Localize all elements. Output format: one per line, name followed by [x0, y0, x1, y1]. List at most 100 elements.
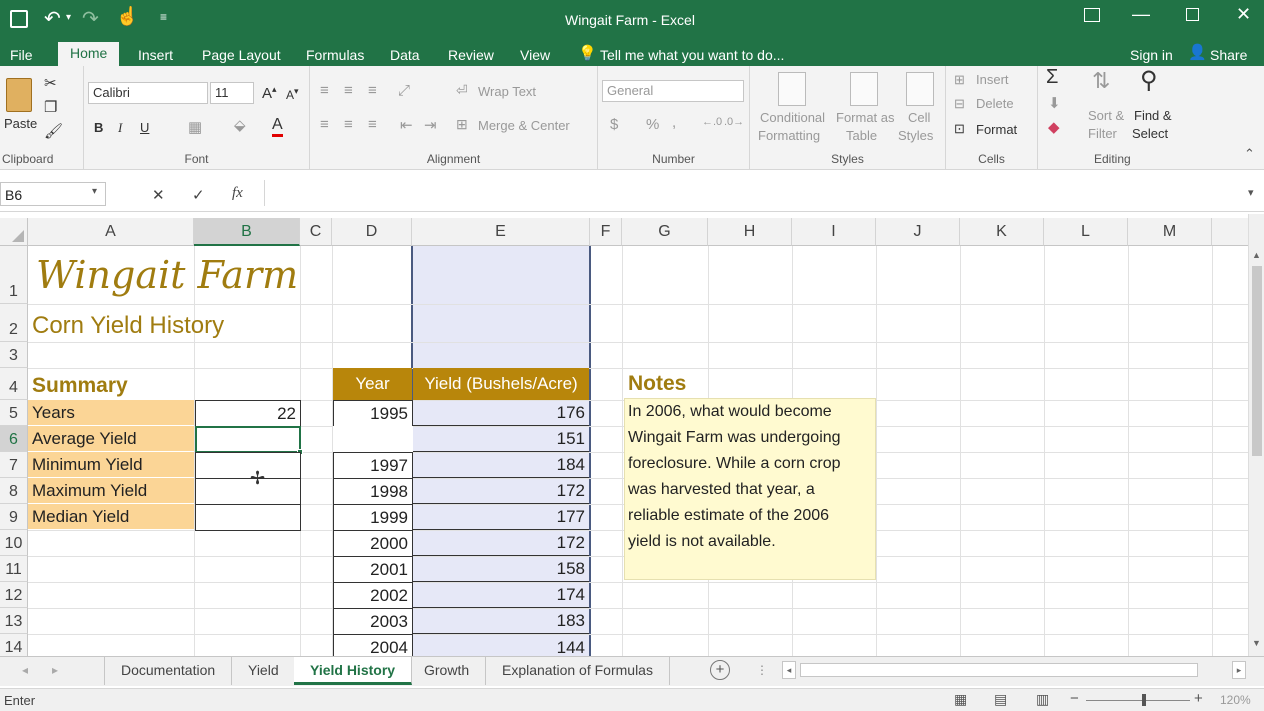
tab-split-handle[interactable]: ⋮: [756, 663, 768, 677]
ribbon-display-options-icon[interactable]: [1084, 8, 1100, 22]
table-year[interactable]: 2004: [333, 634, 413, 656]
column-header-n[interactable]: [1212, 218, 1252, 246]
table-year[interactable]: 2002: [333, 582, 413, 609]
font-name-select[interactable]: Calibri: [88, 82, 208, 104]
orientation-icon[interactable]: ⤢: [398, 82, 410, 99]
increase-indent-icon[interactable]: ⇥: [424, 116, 437, 134]
row-header-5[interactable]: 5: [0, 400, 28, 426]
tab-review[interactable]: Review: [440, 44, 502, 66]
tell-me-search[interactable]: Tell me what you want to do...: [592, 44, 792, 66]
close-icon[interactable]: ✕: [1236, 4, 1251, 25]
row-header-12[interactable]: 12: [0, 582, 28, 608]
tab-data[interactable]: Data: [382, 44, 428, 66]
zoom-level[interactable]: 120%: [1220, 693, 1251, 707]
comma-button[interactable]: ,: [672, 114, 676, 131]
insert-function-button[interactable]: fx: [232, 185, 243, 202]
cell-styles-label-2[interactable]: Styles: [898, 128, 933, 143]
scroll-sheets-right-icon[interactable]: ▸: [52, 663, 58, 677]
align-right-icon[interactable]: ≡: [368, 116, 377, 133]
sheet-title[interactable]: Wingait Farm: [32, 246, 410, 304]
table-yield[interactable]: 144: [413, 634, 589, 656]
row-header-9[interactable]: 9: [0, 504, 28, 530]
format-cells-button[interactable]: Format: [976, 122, 1017, 137]
column-header-c[interactable]: C: [300, 218, 332, 246]
tab-page-layout[interactable]: Page Layout: [194, 44, 289, 66]
collapse-ribbon-icon[interactable]: ⌃: [1244, 146, 1255, 162]
table-header-yield[interactable]: Yield (Bushels/Acre): [413, 368, 589, 400]
paste-icon[interactable]: [6, 78, 32, 112]
row-header-2[interactable]: 2: [0, 304, 28, 342]
paste-button[interactable]: Paste: [4, 116, 37, 131]
column-header-g[interactable]: G: [622, 218, 708, 246]
column-header-k[interactable]: K: [960, 218, 1044, 246]
table-year[interactable]: [333, 426, 413, 452]
decrease-indent-icon[interactable]: ⇤: [400, 116, 413, 134]
format-as-table-label-1[interactable]: Format as: [836, 110, 895, 125]
borders-icon[interactable]: ▦: [188, 118, 202, 136]
font-size-select[interactable]: 11: [210, 82, 254, 104]
table-yield[interactable]: 172: [413, 530, 589, 556]
notes-text-box[interactable]: In 2006, what would become Wingait Farm …: [624, 398, 876, 580]
font-color-icon[interactable]: A: [272, 116, 283, 137]
conditional-formatting-label-2[interactable]: Formatting: [758, 128, 820, 143]
customize-qat-icon[interactable]: ≡: [160, 10, 167, 24]
find-select-label-1[interactable]: Find &: [1134, 108, 1172, 123]
redo-icon[interactable]: ↷: [82, 6, 99, 31]
align-top-icon[interactable]: ≡: [320, 82, 329, 99]
name-box[interactable]: B6: [0, 182, 106, 206]
fill-icon[interactable]: ⬇: [1048, 94, 1061, 112]
hscroll-right-icon[interactable]: ▸: [1232, 661, 1246, 679]
summary-value-minimum[interactable]: [195, 452, 301, 479]
number-format-select[interactable]: General: [602, 80, 744, 102]
new-sheet-icon[interactable]: +: [710, 660, 730, 680]
tab-view[interactable]: View: [512, 44, 558, 66]
clear-icon[interactable]: ◆: [1048, 118, 1060, 136]
tab-formulas[interactable]: Formulas: [298, 44, 372, 66]
copy-icon[interactable]: ❐: [44, 98, 57, 116]
increase-decimal-icon[interactable]: ←.0: [702, 116, 722, 128]
table-header-year[interactable]: Year: [333, 368, 412, 400]
table-year[interactable]: 2003: [333, 608, 413, 635]
name-box-dropdown-icon[interactable]: ▾: [92, 186, 97, 197]
tab-insert[interactable]: Insert: [130, 44, 181, 66]
column-header-l[interactable]: L: [1044, 218, 1128, 246]
tab-file[interactable]: File: [2, 44, 41, 66]
page-break-view-icon[interactable]: ▥: [1036, 691, 1049, 708]
column-header-d[interactable]: D: [332, 218, 412, 246]
column-header-a[interactable]: A: [28, 218, 194, 246]
undo-dropdown-icon[interactable]: ▾: [66, 12, 71, 23]
summary-heading[interactable]: Summary: [28, 368, 194, 400]
minimize-icon[interactable]: —: [1132, 4, 1150, 25]
wrap-text-button[interactable]: Wrap Text: [478, 84, 536, 99]
column-header-i[interactable]: I: [792, 218, 876, 246]
column-header-f[interactable]: F: [590, 218, 622, 246]
summary-label-minimum[interactable]: Minimum Yield: [28, 452, 194, 478]
hscroll-left-icon[interactable]: ◂: [782, 661, 796, 679]
sort-filter-label-2[interactable]: Filter: [1088, 126, 1117, 141]
save-icon[interactable]: [10, 10, 28, 28]
column-header-b[interactable]: B: [194, 218, 300, 246]
formula-input[interactable]: [264, 180, 1244, 206]
table-yield[interactable]: 151: [413, 426, 589, 452]
scroll-thumb[interactable]: [1252, 266, 1262, 456]
zoom-out-icon[interactable]: −: [1070, 690, 1079, 707]
align-center-icon[interactable]: ≡: [344, 116, 353, 133]
merge-center-button[interactable]: Merge & Center: [478, 118, 570, 133]
table-year[interactable]: 2001: [333, 556, 413, 583]
find-select-label-2[interactable]: Select: [1132, 126, 1168, 141]
table-yield[interactable]: 174: [413, 582, 589, 608]
fill-color-icon[interactable]: ⬙: [234, 116, 246, 134]
cut-icon[interactable]: ✂: [44, 74, 57, 92]
confirm-entry-button[interactable]: ✓: [192, 186, 205, 204]
format-as-table-label-2[interactable]: Table: [846, 128, 877, 143]
sheet-tab-yield[interactable]: Yield: [232, 657, 296, 685]
italic-button[interactable]: I: [118, 120, 122, 136]
cell-styles-label-1[interactable]: Cell: [908, 110, 930, 125]
align-middle-icon[interactable]: ≡: [344, 82, 353, 99]
summary-value-years[interactable]: 22: [195, 400, 301, 427]
summary-label-average[interactable]: Average Yield: [28, 426, 194, 452]
row-header-6[interactable]: 6: [0, 426, 28, 452]
summary-value-median[interactable]: [195, 504, 301, 531]
autosum-icon[interactable]: Σ: [1046, 66, 1058, 89]
zoom-in-icon[interactable]: +: [1194, 690, 1203, 707]
